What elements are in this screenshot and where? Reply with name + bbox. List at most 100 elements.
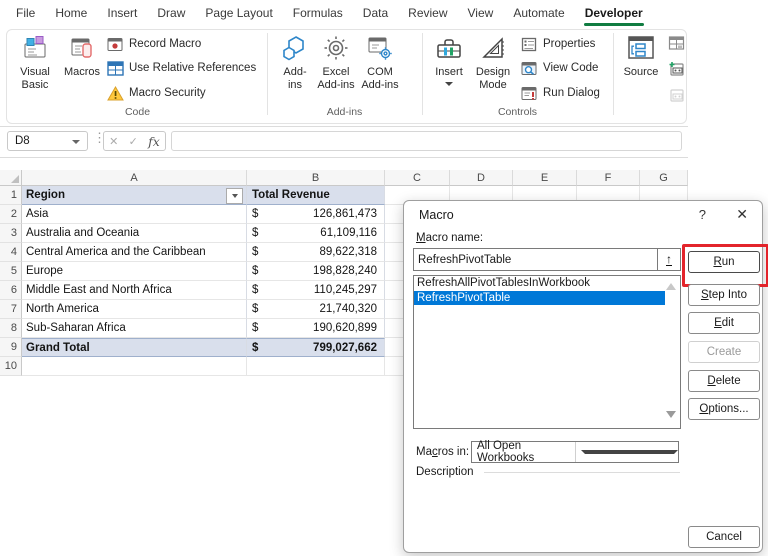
cell-A5[interactable]: Europe xyxy=(22,262,247,281)
cell-A10[interactable] xyxy=(22,357,247,376)
cell-A4[interactable]: Central America and the Caribbean xyxy=(22,243,247,262)
row-header-5[interactable]: 5 xyxy=(0,262,22,281)
column-header-E[interactable]: E xyxy=(513,170,577,186)
name-box-chevron-icon[interactable] xyxy=(72,140,80,144)
row-header-2[interactable]: 2 xyxy=(0,205,22,224)
column-header-F[interactable]: F xyxy=(577,170,640,186)
help-icon[interactable]: ? xyxy=(699,207,706,222)
excel-window: File Home Insert Draw Page Layout Formul… xyxy=(0,0,768,556)
cell-A7[interactable]: North America xyxy=(22,300,247,319)
column-header-G[interactable]: G xyxy=(640,170,688,186)
source-label: Source xyxy=(623,66,659,78)
ribbon: Visual Basic Macros Record Macro Use Rela… xyxy=(0,27,688,124)
run-dialog-button[interactable]: Run Dialog xyxy=(520,83,600,103)
row-header-7[interactable]: 7 xyxy=(0,300,22,319)
insert-function-icon[interactable]: fx xyxy=(148,134,160,149)
properties-label: Properties xyxy=(543,38,596,50)
filter-button[interactable] xyxy=(226,188,243,204)
macros-in-label: Macros in: xyxy=(416,446,470,458)
view-code-button[interactable]: View Code xyxy=(520,58,598,78)
formula-action-group: ✕ ✓ fx xyxy=(103,131,166,151)
com-add-ins-label: Add-ins xyxy=(361,78,399,91)
column-header-D[interactable]: D xyxy=(450,170,513,186)
map-properties-button[interactable] xyxy=(667,33,685,53)
tab-page-layout[interactable]: Page Layout xyxy=(195,0,282,27)
cell-A6[interactable]: Middle East and North Africa xyxy=(22,281,247,300)
ribbon-tab-bar: File Home Insert Draw Page Layout Formul… xyxy=(6,0,653,27)
tab-formulas[interactable]: Formulas xyxy=(283,0,353,27)
row-header-1[interactable]: 1 xyxy=(0,186,22,205)
dropdown-chevron[interactable] xyxy=(574,442,678,462)
macros-in-dropdown[interactable]: All Open Workbooks xyxy=(471,440,679,464)
select-all-corner[interactable] xyxy=(0,170,22,186)
relative-references-icon xyxy=(106,60,124,76)
cell-A2[interactable]: Asia xyxy=(22,205,247,224)
tab-draw[interactable]: Draw xyxy=(147,0,195,27)
arrow-up-icon[interactable]: ↑ xyxy=(657,249,680,270)
formula-input[interactable] xyxy=(171,131,682,151)
name-box[interactable]: D8 xyxy=(7,131,88,151)
enter-entry-icon[interactable]: ✓ xyxy=(129,135,138,148)
gear-icon xyxy=(323,32,349,64)
cell-B10[interactable] xyxy=(247,357,385,376)
add-ins-label: ins xyxy=(287,78,303,91)
scroll-up-icon[interactable] xyxy=(666,283,676,290)
macro-security-button[interactable]: Macro Security xyxy=(106,83,206,103)
cell-B7[interactable]: $21,740,320 xyxy=(247,300,385,319)
step-into-button[interactable]: Step Into xyxy=(688,284,760,306)
properties-button[interactable]: Properties xyxy=(520,34,595,54)
design-mode-label: Design xyxy=(475,66,511,78)
cell-B2[interactable]: $126,861,473 xyxy=(247,205,385,224)
cell-A8[interactable]: Sub-Saharan Africa xyxy=(22,319,247,338)
tab-automate[interactable]: Automate xyxy=(503,0,574,27)
warning-triangle-icon xyxy=(106,85,124,101)
tab-view[interactable]: View xyxy=(458,0,504,27)
row-header-4[interactable]: 4 xyxy=(0,243,22,262)
macro-list-item-selected[interactable]: RefreshPivotTable xyxy=(414,290,665,305)
row-header-6[interactable]: 6 xyxy=(0,281,22,300)
cell-B6[interactable]: $110,245,297 xyxy=(247,281,385,300)
cell-B3[interactable]: $61,109,116 xyxy=(247,224,385,243)
tab-home[interactable]: Home xyxy=(45,0,97,27)
scroll-down-icon[interactable] xyxy=(666,411,676,418)
use-relative-references-label: Use Relative References xyxy=(129,62,257,74)
column-header-A[interactable]: A xyxy=(22,170,247,186)
row-header-9[interactable]: 9 xyxy=(0,338,22,357)
visual-basic-label: Visual xyxy=(20,66,50,78)
cell-B9[interactable]: $799,027,662 xyxy=(247,338,385,357)
tab-data[interactable]: Data xyxy=(353,0,398,27)
excel-add-ins-label: Add-ins xyxy=(317,78,355,91)
chevron-down-icon xyxy=(445,81,453,86)
column-header-B[interactable]: B xyxy=(247,170,385,186)
delete-button[interactable]: Delete xyxy=(688,370,760,392)
cell-B5[interactable]: $198,828,240 xyxy=(247,262,385,281)
import-button[interactable] xyxy=(667,59,685,79)
macro-list-item[interactable]: RefreshAllPivotTablesInWorkbook xyxy=(414,276,665,291)
cell-B1[interactable]: Total Revenue xyxy=(247,186,385,205)
macro-name-field[interactable]: RefreshPivotTable ↑ xyxy=(413,248,681,271)
edit-button[interactable]: Edit xyxy=(688,312,760,334)
tab-insert[interactable]: Insert xyxy=(97,0,147,27)
column-header-C[interactable]: C xyxy=(385,170,450,186)
cell-B4[interactable]: $89,622,318 xyxy=(247,243,385,262)
cancel-entry-icon[interactable]: ✕ xyxy=(109,135,118,148)
macro-name-value: RefreshPivotTable xyxy=(418,253,512,266)
cell-A3[interactable]: Australia and Oceania xyxy=(22,224,247,243)
tab-file[interactable]: File xyxy=(6,0,45,27)
close-icon[interactable]: ✕ xyxy=(736,206,748,223)
row-header-3[interactable]: 3 xyxy=(0,224,22,243)
record-macro-button[interactable]: Record Macro xyxy=(106,34,201,54)
tab-developer[interactable]: Developer xyxy=(575,0,653,27)
row-header-10[interactable]: 10 xyxy=(0,357,22,376)
cancel-button[interactable]: Cancel xyxy=(688,526,760,548)
tab-review[interactable]: Review xyxy=(398,0,457,27)
cell-A9[interactable]: Grand Total xyxy=(22,338,247,357)
cell-A1[interactable]: Region xyxy=(22,186,247,205)
source-button[interactable]: Source xyxy=(620,32,662,118)
use-relative-references-button[interactable]: Use Relative References xyxy=(106,58,256,78)
run-button[interactable]: Run xyxy=(688,251,760,273)
cell-B8[interactable]: $190,620,899 xyxy=(247,319,385,338)
options-button[interactable]: Options... xyxy=(688,398,760,420)
macro-list[interactable]: RefreshAllPivotTablesInWorkbook RefreshP… xyxy=(413,275,681,429)
row-header-8[interactable]: 8 xyxy=(0,319,22,338)
